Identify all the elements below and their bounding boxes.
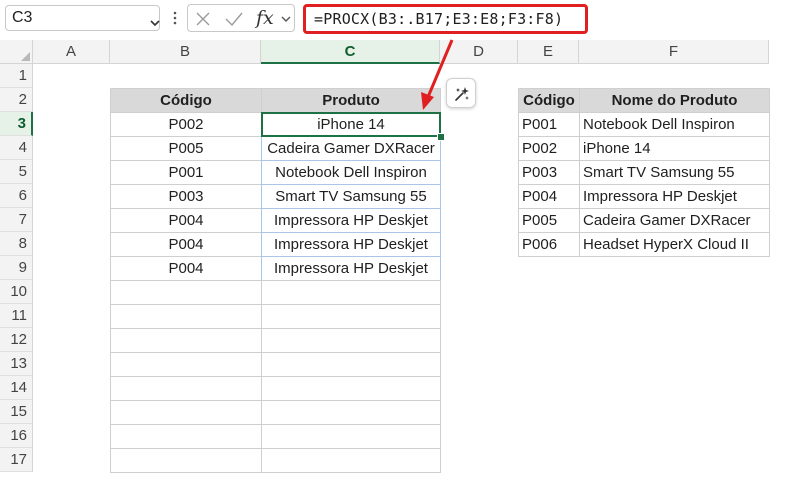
column-header-f[interactable]: F <box>579 40 769 64</box>
table-cell[interactable] <box>261 448 441 473</box>
table-cell[interactable]: P005 <box>518 208 580 233</box>
column-header-c[interactable]: C <box>261 40 440 64</box>
row-header-12[interactable]: 12 <box>0 328 33 352</box>
table-cell[interactable]: Smart TV Samsung 55 <box>579 160 770 185</box>
column-header-a[interactable]: A <box>33 40 110 64</box>
table-cell[interactable]: Smart TV Samsung 55 <box>261 184 441 209</box>
table-cell[interactable]: Impressora HP Deskjet <box>261 208 441 233</box>
select-all-button[interactable] <box>0 40 33 64</box>
table-cell[interactable]: Notebook Dell Inspiron <box>261 160 441 185</box>
table-cell[interactable]: P002 <box>110 112 262 137</box>
table-cell[interactable]: Notebook Dell Inspiron <box>579 112 770 137</box>
table-cell[interactable]: P001 <box>110 160 262 185</box>
table-cell[interactable]: P006 <box>518 232 580 257</box>
row-header-16[interactable]: 16 <box>0 424 33 448</box>
header-cell: Código <box>110 88 262 113</box>
fill-handle[interactable] <box>437 133 445 141</box>
row-header-10[interactable]: 10 <box>0 280 33 304</box>
table-cell[interactable]: P001 <box>518 112 580 137</box>
table-cell[interactable]: Impressora HP Deskjet <box>579 184 770 209</box>
name-box[interactable]: C3 <box>5 5 160 31</box>
row-header-9[interactable]: 9 <box>0 256 33 280</box>
table-cell[interactable]: P004 <box>518 184 580 209</box>
row-header-15[interactable]: 15 <box>0 400 33 424</box>
table-cell[interactable] <box>261 304 441 329</box>
header-cell: Código <box>518 88 580 113</box>
table-cell[interactable]: P002 <box>518 136 580 161</box>
table-cell[interactable] <box>110 448 262 473</box>
table-cell[interactable]: P004 <box>110 208 262 233</box>
cancel-icon[interactable] <box>195 11 211 27</box>
table-cell[interactable]: P005 <box>110 136 262 161</box>
header-cell: Nome do Produto <box>579 88 770 113</box>
table-cell[interactable] <box>110 304 262 329</box>
row-header-11[interactable]: 11 <box>0 304 33 328</box>
table-cell[interactable] <box>110 352 262 377</box>
header-cell: Produto <box>261 88 441 113</box>
table-cell[interactable] <box>261 352 441 377</box>
sparkle-icon <box>455 87 469 101</box>
column-header-d[interactable]: D <box>440 40 518 64</box>
table-cell[interactable] <box>261 328 441 353</box>
row-header-13[interactable]: 13 <box>0 352 33 376</box>
table-cell[interactable] <box>110 376 262 401</box>
table-cell[interactable] <box>110 280 262 305</box>
table-cell[interactable] <box>261 280 441 305</box>
table-cell[interactable]: iPhone 14 <box>579 136 770 161</box>
formula-bar: C3 fx =PROCX(B3:.B17;E3:E8;F3:F8) <box>0 0 805 38</box>
row-header-6[interactable]: 6 <box>0 184 33 208</box>
table-cell[interactable]: P004 <box>110 232 262 257</box>
table-cell[interactable]: P003 <box>518 160 580 185</box>
copilot-button[interactable] <box>446 78 476 108</box>
table-cell[interactable] <box>261 376 441 401</box>
insert-function-icon[interactable]: fx <box>256 5 274 31</box>
row-header-17[interactable]: 17 <box>0 448 33 472</box>
formula-controls: fx <box>187 4 295 32</box>
row-header-1[interactable]: 1 <box>0 64 33 88</box>
table-cell[interactable]: Impressora HP Deskjet <box>261 256 441 281</box>
chevron-down-icon[interactable] <box>281 14 291 24</box>
row-header-2[interactable]: 2 <box>0 88 33 112</box>
row-header-7[interactable]: 7 <box>0 208 33 232</box>
more-options-icon[interactable] <box>173 11 177 25</box>
checkmark-icon[interactable] <box>224 10 244 28</box>
table-cell[interactable] <box>261 400 441 425</box>
table-cell[interactable]: iPhone 14 <box>261 112 441 137</box>
table-cell[interactable] <box>110 424 262 449</box>
table-cell[interactable] <box>110 328 262 353</box>
row-header-8[interactable]: 8 <box>0 232 33 256</box>
table-cell[interactable]: Cadeira Gamer DXRacer <box>261 136 441 161</box>
table-cell[interactable] <box>110 400 262 425</box>
table-cell[interactable] <box>261 424 441 449</box>
row-header-4[interactable]: 4 <box>0 136 33 160</box>
column-header-b[interactable]: B <box>110 40 261 64</box>
row-header-3[interactable]: 3 <box>0 112 33 136</box>
table-cell[interactable]: P003 <box>110 184 262 209</box>
column-header-e[interactable]: E <box>518 40 579 64</box>
table-cell[interactable]: Impressora HP Deskjet <box>261 232 441 257</box>
chevron-down-icon[interactable] <box>149 17 161 29</box>
table-cell[interactable]: P004 <box>110 256 262 281</box>
row-header-5[interactable]: 5 <box>0 160 33 184</box>
formula-input[interactable]: =PROCX(B3:.B17;E3:E8;F3:F8) <box>303 4 588 34</box>
table-cell[interactable]: Cadeira Gamer DXRacer <box>579 208 770 233</box>
row-header-14[interactable]: 14 <box>0 376 33 400</box>
table-cell[interactable]: Headset HyperX Cloud II <box>579 232 770 257</box>
name-box-value: C3 <box>12 9 33 26</box>
worksheet-grid[interactable]: Código Produto P002 iPhone 14 P005 Cadeira Ga… <box>33 64 805 482</box>
